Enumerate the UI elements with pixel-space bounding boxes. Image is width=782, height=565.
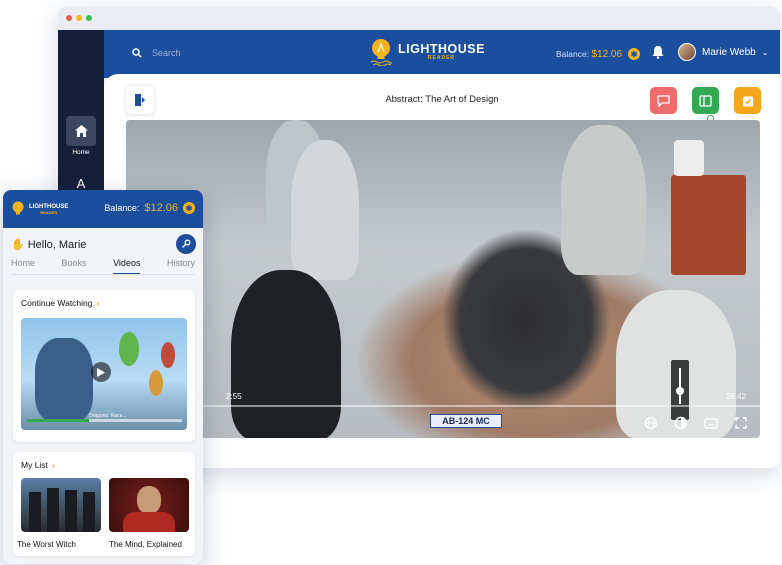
window-minimize-dot[interactable] — [76, 15, 82, 21]
text-size-icon: A — [76, 175, 86, 191]
continue-watching-title: Continue Watching — [21, 298, 93, 308]
contrast-icon[interactable] — [674, 416, 688, 430]
mobile-logo-name: LIGHTHOUSE — [29, 203, 69, 210]
home-icon — [74, 125, 88, 137]
sidebar-item-home[interactable]: Home — [66, 116, 96, 156]
total-time: 26:42 — [726, 392, 747, 401]
lightbulb-logo-icon — [12, 201, 24, 215]
my-list-thumbnail-mind-explained[interactable] — [109, 478, 189, 532]
balance-amount: $12.06 — [591, 48, 623, 60]
witch-figure — [65, 490, 77, 532]
lightbulb-logo-icon — [370, 39, 392, 66]
mobile-balance-label: Balance: — [104, 203, 140, 213]
mobile-header: LIGHTHOUSE READER Balance: $12.06 ✱ — [3, 190, 203, 228]
volume-slider[interactable] — [671, 360, 689, 420]
witch-figure — [47, 488, 59, 532]
notification-bell-icon[interactable] — [652, 45, 664, 59]
volume-track — [679, 368, 681, 404]
fullscreen-icon[interactable] — [734, 416, 748, 430]
search-placeholder: Search — [152, 48, 181, 58]
mobile-balance-amount: $12.06 — [144, 202, 178, 214]
chevron-down-icon: ⌄ — [761, 47, 769, 57]
list-item-title[interactable]: The Worst Witch — [17, 540, 76, 549]
coin-icon: ✱ — [183, 202, 195, 214]
avatar — [678, 43, 696, 61]
greeting-text: Hello, Marie — [27, 238, 87, 251]
tab-divider — [11, 274, 195, 275]
key-button[interactable] — [176, 234, 196, 254]
search-icon — [132, 48, 142, 58]
comments-button[interactable] — [650, 87, 677, 114]
play-button[interactable] — [91, 362, 111, 382]
balance-display: Balance: $12.06 ✱ — [556, 48, 641, 60]
window-close-dot[interactable] — [66, 15, 72, 21]
dragon-character — [35, 338, 93, 422]
user-menu[interactable]: Marie Webb ⌄ — [678, 43, 768, 61]
mobile-logo[interactable]: LIGHTHOUSE READER — [11, 201, 68, 217]
reader-content: Abstract: The Art of Design AB-124 MC 2:… — [104, 74, 780, 468]
dragon-character — [119, 332, 139, 366]
chevron-right-icon: › — [96, 298, 100, 308]
mobile-logo-subtitle: READER — [40, 209, 58, 215]
assignments-button[interactable] — [734, 87, 761, 114]
video-figure — [561, 125, 646, 275]
list-item-title[interactable]: The Mind, Explained — [109, 540, 182, 549]
play-icon — [97, 367, 105, 377]
key-icon — [182, 239, 191, 248]
paper-roll — [674, 140, 704, 176]
search-bar[interactable]: Search — [132, 48, 181, 58]
continue-watching-card: Continue Watching › Dragons: Race... — [13, 290, 195, 442]
chevron-right-icon: › — [51, 460, 55, 470]
my-list-header[interactable]: My List › — [21, 460, 55, 470]
my-list-card: My List › The Worst Witch The Mind, Expl… — [13, 452, 195, 556]
globe-icon[interactable] — [644, 416, 658, 430]
balance-label: Balance: — [556, 48, 590, 59]
chat-bubble-icon — [657, 94, 670, 107]
tab-home[interactable]: Home — [11, 258, 35, 275]
subtitles-icon[interactable] — [704, 416, 718, 430]
video-figure — [231, 270, 341, 438]
presenter-robe — [123, 512, 175, 532]
volume-knob[interactable] — [676, 387, 684, 396]
coin-icon: ✱ — [628, 48, 641, 60]
thumbnail-progress-fill — [27, 419, 89, 422]
video-progress-bar[interactable] — [126, 405, 760, 407]
sidebar-item-label: Home — [72, 149, 90, 156]
thumbnail-progress-bar — [27, 419, 182, 422]
document-title: Abstract: The Art of Design — [385, 94, 499, 105]
elapsed-time: 2:55 — [226, 392, 242, 401]
witch-figure — [29, 492, 41, 532]
continue-watching-thumbnail[interactable]: Dragons: Race... — [21, 318, 187, 430]
license-plate: AB-124 MC — [430, 414, 502, 428]
top-navigation-bar: Search LIGHTHOUSE READER Balance: $12.06… — [58, 30, 780, 78]
video-figure — [291, 140, 359, 280]
book-icon — [699, 94, 712, 107]
clipboard-check-icon — [742, 96, 753, 106]
tab-history[interactable]: History — [167, 258, 195, 275]
witch-figure — [83, 492, 95, 532]
dragon-character — [161, 342, 175, 368]
waving-hand-icon: ✋ — [11, 239, 25, 251]
user-name: Marie Webb — [702, 46, 756, 58]
dragon-character — [149, 370, 163, 396]
home-button[interactable] — [66, 116, 96, 146]
lighthouse-logo[interactable]: LIGHTHOUSE READER — [370, 38, 485, 66]
my-list-title: My List — [21, 460, 48, 470]
tab-books[interactable]: Books — [62, 258, 87, 275]
tab-videos[interactable]: Videos — [113, 258, 141, 275]
logo-name: LIGHTHOUSE — [398, 42, 485, 56]
mobile-tabs: Home Books Videos History — [11, 258, 195, 275]
presenter-face — [137, 486, 161, 514]
continue-watching-header[interactable]: Continue Watching › — [21, 298, 99, 308]
mobile-app-panel: LIGHTHOUSE READER Balance: $12.06 ✱ ✋ He… — [3, 190, 203, 564]
greeting: ✋ Hello, Marie — [11, 238, 87, 252]
my-list-thumbnail-worst-witch[interactable] — [21, 478, 101, 532]
window-title-bar — [58, 6, 780, 30]
video-player[interactable]: AB-124 MC 2:55 26:42 — [126, 120, 760, 438]
book-details-button[interactable] — [692, 87, 719, 114]
mobile-balance: Balance: $12.06 ✱ — [104, 202, 195, 214]
workshop-cart — [671, 175, 746, 275]
window-zoom-dot[interactable] — [86, 15, 92, 21]
